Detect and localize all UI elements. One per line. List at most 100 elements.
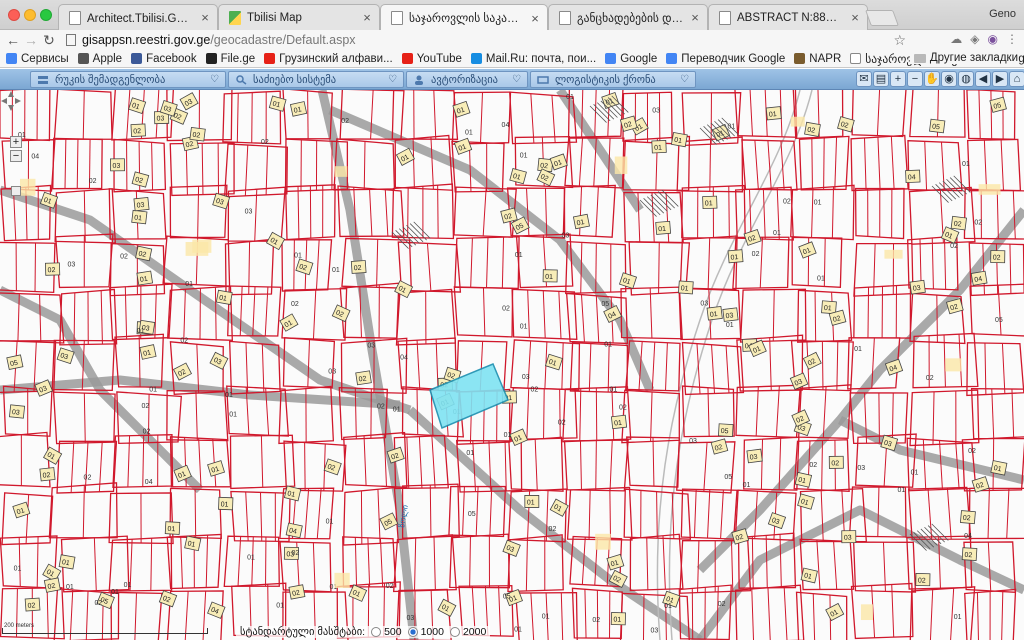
bookmark-item[interactable]: Грузинский алфави... [264, 53, 393, 65]
bookmark-item[interactable]: Сервисы [6, 53, 69, 65]
building-marker: 01 [825, 602, 845, 622]
scale-option-label: 500 [384, 626, 402, 638]
parcel-subdivision [876, 90, 881, 136]
parcel-subdivision [462, 486, 465, 536]
profile-name[interactable]: Geno [989, 8, 1016, 20]
bookmark-star-icon[interactable]: ☆ [893, 32, 906, 49]
parcel-subdivision [416, 340, 421, 390]
close-icon[interactable]: × [199, 10, 211, 25]
close-icon[interactable]: × [361, 10, 373, 25]
other-bookmarks[interactable]: Другие закладки [909, 52, 1018, 64]
parcel-subdivision [194, 489, 197, 538]
parcel-subdivision [244, 144, 249, 196]
parcel-subdivision [530, 93, 535, 144]
home-icon[interactable]: ⌂ [1009, 71, 1024, 87]
print-icon[interactable]: ▤ [873, 71, 889, 87]
search-dropdown[interactable]: საძიებო სისტემა ♡ [228, 71, 404, 88]
maximize-window-button[interactable] [40, 9, 52, 21]
parcel-subdivision [245, 342, 249, 394]
map-canvas[interactable]: 01 02 03 04 05 01 02 01 03 01 02 01 01 02 01 02 01 03 01 02… [0, 90, 1024, 640]
zoom-out-icon[interactable]: − [907, 71, 923, 87]
zoom-out-button[interactable]: − [10, 150, 22, 162]
bookmark-item[interactable]: Google [605, 53, 657, 65]
extension-shield-icon[interactable]: ◈ [970, 32, 979, 46]
bookmark-item[interactable]: File.ge [205, 52, 256, 65]
pan-hand-icon[interactable]: ✋ [924, 71, 940, 87]
parcel-number-label: 01 [504, 432, 512, 439]
scale-option-label: 1000 [420, 626, 444, 638]
parcel-number-label: 03 [407, 615, 415, 622]
forward-icon[interactable]: ▶ [992, 71, 1008, 87]
page-info-icon[interactable] [66, 34, 76, 46]
parcel-number-label: 01 [218, 295, 227, 303]
scale-option-1000[interactable]: 1000 [407, 626, 444, 638]
scale-option-2000[interactable]: 2000 [449, 626, 486, 638]
bookmark-item[interactable]: Apple [77, 53, 122, 65]
parcel-number-label: 01 [542, 614, 550, 621]
bookmark-item[interactable]: Переводчик Google [666, 53, 785, 65]
layers-dropdown[interactable]: რუკის შემადგენლობა ♡ [30, 71, 226, 88]
building-marker: 03 [767, 512, 787, 530]
parcel-number-label: 02 [120, 253, 128, 260]
parcel-number-label: 01 [527, 499, 535, 506]
building-marker: 01 [572, 213, 590, 230]
bookmark-label: File.ge [220, 52, 256, 65]
close-icon[interactable]: × [849, 10, 861, 25]
minimize-window-button[interactable] [24, 9, 36, 21]
parcel-subdivision [151, 142, 154, 190]
parcel-subdivision [150, 538, 153, 591]
building-marker: 01 [797, 493, 815, 510]
bookmark-item[interactable]: Facebook [131, 53, 197, 65]
tab-applications[interactable]: განცხადებების და უფლებე × [548, 4, 708, 30]
tab-cadastre[interactable]: საჯაროვლის საკადასტრო × [380, 4, 548, 31]
building-marker: 05 [989, 96, 1007, 113]
address-bar[interactable]: gisappsn.reestri.gov.ge /geocadastre/Def… [66, 31, 918, 49]
back-icon[interactable]: ◀ [975, 71, 991, 87]
close-window-button[interactable] [8, 9, 20, 21]
parcel-subdivision [260, 492, 263, 542]
close-icon[interactable]: × [529, 11, 541, 26]
identify-icon[interactable]: ◉ [941, 71, 957, 87]
parcel-number-label: 03 [12, 409, 21, 417]
globe-icon[interactable]: ◍ [958, 71, 974, 87]
parcel-number-label: 03 [652, 108, 660, 115]
extension-viber-icon[interactable]: ◉ [988, 32, 998, 46]
bookmark-item[interactable]: NAPR [794, 53, 841, 65]
parcel-number-label: 01 [137, 328, 145, 335]
bookmark-item[interactable]: YouTube [401, 52, 462, 65]
cadastral-map[interactable]: 01 02 03 04 05 01 02 01 03 01 02 01 01 02 01 02 01 03 01 02… [0, 90, 1024, 640]
menu-icon[interactable]: ⋮ [1006, 32, 1018, 46]
forward-arrow-icon[interactable]: → [22, 32, 40, 48]
parcel-subdivision [651, 342, 656, 391]
extension-cloud-icon[interactable]: ☁ [950, 32, 962, 46]
tab-architect[interactable]: Architect.Tbilisi.Gov.Ge - არქი × [58, 4, 218, 30]
parcel-number-label: 01 [576, 219, 585, 227]
parcel-subdivision [1009, 244, 1012, 294]
parcel-subdivision [297, 186, 300, 239]
pan-control-icon[interactable] [0, 90, 22, 112]
tab-tbilisi-map[interactable]: Tbilisi Map × [218, 4, 380, 30]
reload-icon[interactable]: ↻ [40, 32, 58, 49]
mail-icon[interactable]: ✉ [856, 71, 872, 87]
new-tab-button[interactable] [865, 10, 899, 26]
parcel-boundary [449, 533, 511, 589]
page-icon [391, 11, 403, 25]
close-icon[interactable]: × [689, 10, 701, 25]
zoom-in-button[interactable]: + [10, 136, 22, 148]
parcel-number-label: 02 [918, 578, 926, 585]
bookmark-label: YouTube [416, 52, 462, 65]
bookmark-item[interactable]: Mail.Ru: почта, пои... [470, 53, 596, 65]
parcel-number-label: 02 [968, 448, 976, 455]
authorization-dropdown[interactable]: ავტორიზაცია ♡ [406, 71, 528, 88]
parcel-number-label: 01 [609, 386, 617, 393]
zoom-in-icon[interactable]: + [890, 71, 906, 87]
back-arrow-icon[interactable]: ← [4, 32, 22, 48]
scale-option-500[interactable]: 500 [371, 626, 402, 638]
parcel-number-label: 01 [769, 111, 778, 119]
tools-dropdown[interactable]: ლოგისტიკის ქრონა ♡ [530, 71, 696, 88]
parcel-subdivision [430, 137, 434, 190]
zoom-slider-handle[interactable] [11, 186, 21, 196]
tab-abstract[interactable]: ABSTRACT N:882012011073 × [708, 4, 868, 30]
parcel-number-label: 01 [604, 341, 612, 348]
building-marker: 01 [509, 168, 527, 185]
